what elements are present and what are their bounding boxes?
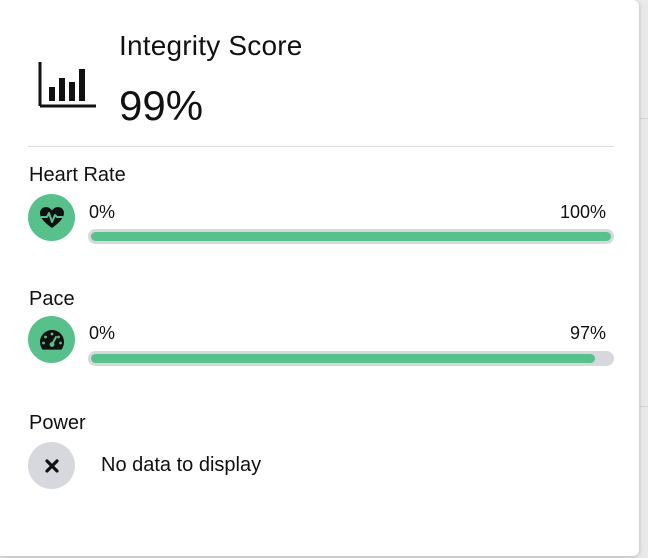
background-divider [640,406,648,407]
integrity-score-title: Integrity Score [119,30,303,61]
metric-pace: Pace 0% 97% [0,288,639,388]
metric-label: Heart Rate [29,164,126,186]
heart-pulse-icon [28,194,75,241]
speedometer-icon [28,316,75,363]
metric-power: Power No data to display [0,412,639,502]
background-page [640,0,648,558]
bar-chart-icon [38,62,96,108]
no-data-message: No data to display [101,454,262,476]
metric-label: Pace [29,288,75,310]
integrity-header: Integrity Score 99% [0,0,639,146]
metric-label: Power [29,412,86,434]
pace-progress-fill [91,354,595,363]
range-max-label: 97% [569,323,606,343]
background-divider [640,118,648,119]
range-min-label: 0% [89,323,116,343]
close-icon [28,442,75,489]
metric-heart-rate: Heart Rate 0% 100% [0,164,639,264]
integrity-score-popover: Integrity Score 99% Heart Rate 0% 100% P… [0,0,639,556]
heart-rate-progress-fill [91,232,611,241]
heart-rate-progress-track [88,229,614,244]
integrity-score-value: 99% [119,82,204,129]
range-max-label: 100% [559,202,606,222]
range-min-label: 0% [89,202,116,222]
pace-progress-track [88,351,614,366]
divider [28,146,614,147]
